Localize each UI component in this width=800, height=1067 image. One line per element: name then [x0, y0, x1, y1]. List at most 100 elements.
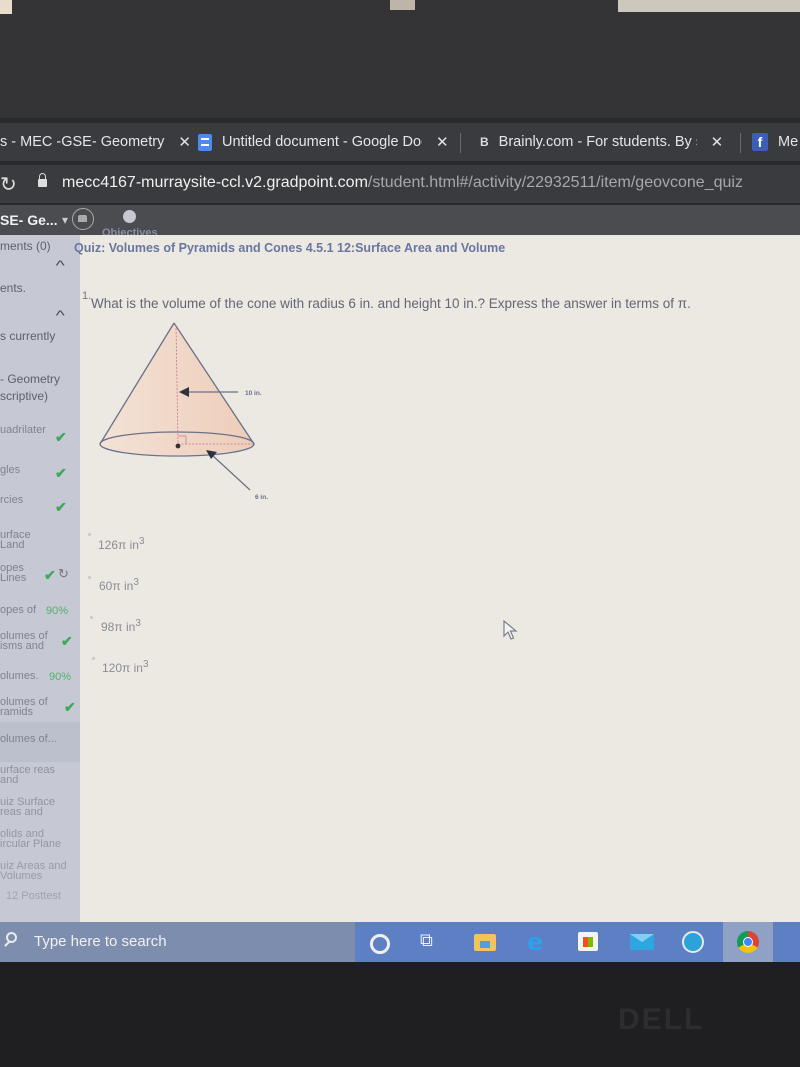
close-icon[interactable]: ✕: [436, 133, 449, 151]
facebook-icon: f: [752, 133, 768, 151]
choice-text: 120π in: [102, 661, 143, 675]
tab-geometry[interactable]: s - MEC -GSE- Geometry ✕: [0, 131, 191, 153]
answer-choice-1[interactable]: 126π in3: [98, 536, 145, 552]
url-path: /student.html#/activity/22932511/item/ge…: [367, 174, 743, 191]
question-text: What is the volume of the cone with radi…: [91, 296, 691, 311]
file-explorer-icon[interactable]: [474, 934, 496, 951]
tab-title: Brainly.com - For students. By st: [498, 134, 697, 150]
url-field[interactable]: mecc4167-murraysite-ccl.v2.gradpoint.com…: [62, 174, 743, 192]
radius-pointer: [211, 454, 251, 491]
check-icon: ✔: [55, 429, 67, 445]
sidebar-section-assignments[interactable]: ments (0): [0, 239, 51, 253]
check-icon: ✔: [64, 699, 76, 715]
sidebar-item-slopes-of[interactable]: opes of: [0, 605, 36, 616]
radio-button[interactable]: [88, 533, 91, 536]
retry-icon[interactable]: ↻: [58, 566, 69, 582]
choice-exponent: 3: [142, 659, 149, 670]
radius-label: 6 in.: [255, 494, 268, 501]
tab-brainly[interactable]: B Brainly.com - For students. By st ✕: [480, 131, 723, 153]
radio-button[interactable]: [92, 657, 95, 660]
answer-choice-3[interactable]: 98π in3: [101, 618, 141, 634]
chevron-up-icon[interactable]: ^: [56, 307, 65, 323]
glare: [0, 0, 12, 14]
sidebar: ments (0) ^ ents. ^ s currently - Geomet…: [0, 235, 80, 922]
course-title[interactable]: SE- Ge...: [0, 212, 58, 228]
mouse-cursor-icon: [503, 620, 518, 640]
objectives-icon[interactable]: [123, 210, 136, 223]
lock-icon[interactable]: [38, 173, 47, 187]
sidebar-item-volumes-prisms[interactable]: olumes of isms and: [0, 631, 52, 652]
base-center-point: [175, 443, 181, 449]
sidebar-item-quadrilaterals[interactable]: uadrilater: [0, 425, 46, 436]
height-label: 10 in.: [245, 390, 262, 397]
choice-exponent: 3: [135, 618, 141, 629]
sidebar-item-volumes-pyramids[interactable]: olumes of ramids: [0, 697, 56, 718]
mail-icon[interactable]: [630, 934, 654, 950]
sidebar-item-posttest[interactable]: 12 Posttest: [6, 891, 61, 902]
monitor-top-frame: [0, 0, 800, 118]
choice-text: 126π in: [98, 538, 139, 552]
tab-title: s - MEC -GSE- Geometry: [0, 134, 165, 150]
google-docs-icon: [198, 133, 212, 151]
sidebar-item-volumes-of-current: olumes of...: [0, 733, 57, 745]
sidebar-item-volumes[interactable]: olumes.: [0, 671, 39, 682]
tab-facebook[interactable]: f Me: [752, 131, 798, 153]
radio-button[interactable]: [88, 576, 91, 579]
brainly-icon: B: [480, 135, 489, 149]
address-bar: ↻ mecc4167-murraysite-ccl.v2.gradpoint.c…: [0, 165, 800, 203]
check-icon: ✔: [61, 633, 73, 649]
sidebar-item-surface-areas[interactable]: urface reas and: [0, 765, 58, 786]
sidebar-text: s currently: [0, 329, 56, 343]
sidebar-item-surface-land[interactable]: urface Land: [0, 530, 40, 551]
browser-tab-bar: s - MEC -GSE- Geometry ✕ Untitled docume…: [0, 123, 800, 161]
windows-taskbar: Type here to search ⧉ e: [0, 922, 800, 962]
question-number: 1.: [82, 290, 92, 302]
sidebar-course-name: scriptive): [0, 389, 49, 403]
quiz-title: Quiz: Volumes of Pyramids and Cones 4.5.…: [74, 241, 506, 255]
sidebar-item-solids-circular-plane[interactable]: olids and ircular Plane: [0, 829, 70, 850]
tab-title: Untitled document - Google Doc: [222, 134, 422, 150]
chevron-up-icon[interactable]: ^: [56, 257, 65, 273]
course-dropdown-icon[interactable]: ▾: [62, 213, 68, 227]
dell-logo: DELL: [618, 1003, 705, 1036]
sidebar-item-circles[interactable]: rcies: [0, 495, 23, 506]
home-icon[interactable]: [72, 208, 94, 230]
choice-text: 60π in: [99, 579, 134, 593]
close-icon[interactable]: ✕: [178, 133, 191, 151]
radio-button[interactable]: [90, 616, 93, 619]
glare: [390, 0, 415, 10]
quiz-content: Quiz: Volumes of Pyramids and Cones 4.5.…: [74, 235, 800, 922]
answer-choice-2[interactable]: 60π in3: [99, 577, 139, 593]
sidebar-item-quiz-surface-areas[interactable]: uiz Surface reas and: [0, 797, 70, 818]
app-icon[interactable]: [682, 931, 704, 953]
answer-choice-4[interactable]: 120π in3: [102, 659, 149, 675]
choice-exponent: 3: [133, 577, 139, 588]
url-domain: mecc4167-murraysite-ccl.v2.gradpoint.com: [62, 174, 368, 191]
taskbar-search[interactable]: Type here to search: [0, 922, 355, 962]
search-icon: [6, 932, 17, 943]
tab-google-docs[interactable]: Untitled document - Google Doc ✕: [198, 131, 449, 153]
sidebar-item-triangles[interactable]: gles: [0, 465, 20, 476]
cortana-icon[interactable]: [370, 934, 390, 954]
tab-separator: [740, 133, 741, 153]
chrome-icon[interactable]: [737, 931, 759, 953]
store-icon[interactable]: [578, 932, 598, 951]
choice-text: 98π in: [101, 620, 136, 634]
sidebar-item-slopes-lines[interactable]: opes Lines: [0, 563, 32, 584]
sidebar-item-current[interactable]: olumes of...: [0, 722, 80, 762]
close-icon[interactable]: ✕: [711, 133, 724, 151]
glare: [618, 0, 800, 12]
choice-exponent: 3: [138, 536, 145, 547]
tab-separator: [460, 133, 461, 153]
task-view-icon[interactable]: ⧉: [420, 930, 444, 954]
reload-icon[interactable]: ↻: [0, 172, 17, 197]
app-header: SE- Ge... ▾ Objectives: [0, 205, 800, 239]
check-icon: ✔: [55, 465, 67, 481]
check-icon: ✔: [55, 499, 67, 515]
edge-icon[interactable]: e: [527, 930, 551, 954]
sidebar-item-quiz-areas-volumes[interactable]: uiz Areas and Volumes: [0, 861, 70, 882]
score-badge: 90%: [49, 671, 72, 683]
check-icon: ✔: [44, 567, 56, 583]
tab-title: Me: [778, 134, 799, 150]
search-placeholder: Type here to search: [34, 933, 167, 950]
